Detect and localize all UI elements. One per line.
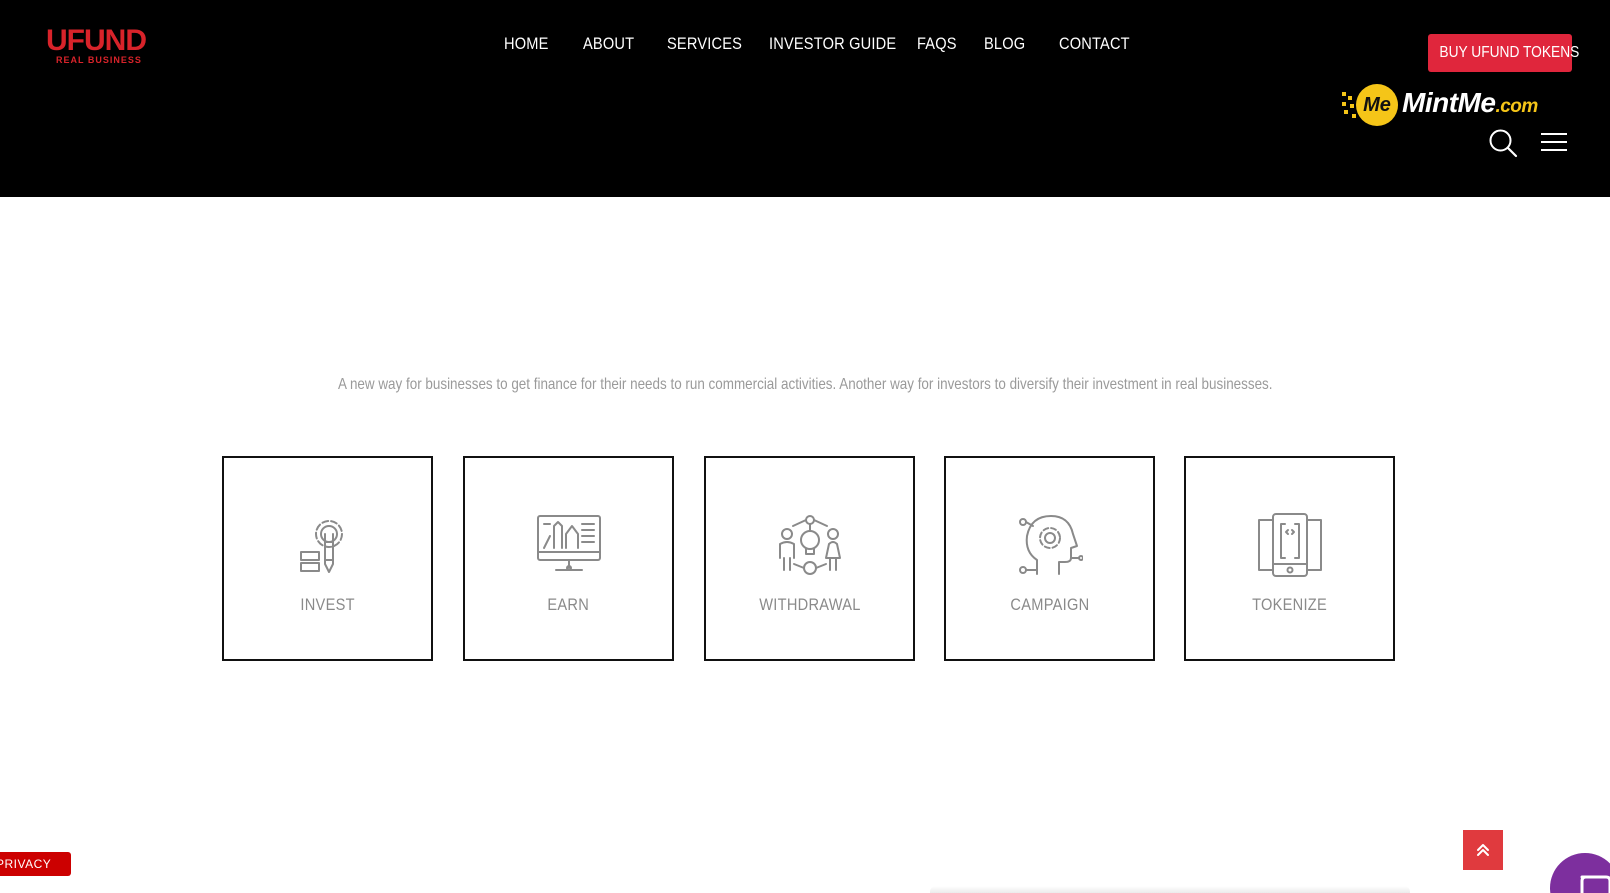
feature-card-campaign[interactable]: CAMPAIGN bbox=[944, 456, 1155, 661]
mobile-code-icon bbox=[1258, 513, 1322, 577]
scroll-to-top-button[interactable] bbox=[1463, 830, 1503, 870]
nav-item-services[interactable]: SERVICES bbox=[667, 33, 742, 55]
privacy-tab-label: PRIVACY bbox=[0, 857, 52, 871]
nav-item-faqs[interactable]: FAQS bbox=[917, 33, 957, 55]
feature-label-tokenize-text: TOKENIZE bbox=[1252, 595, 1327, 614]
chat-button[interactable] bbox=[1550, 853, 1610, 893]
feature-card-tokenize[interactable]: TOKENIZE bbox=[1184, 456, 1395, 661]
feature-label-withdrawal-text: WITHDRAWAL bbox=[758, 595, 861, 614]
logo-sub-text: REAL BUSINESS bbox=[56, 55, 142, 65]
feature-label-invest: INVEST bbox=[224, 594, 431, 616]
nav-item-about[interactable]: ABOUT bbox=[583, 33, 634, 55]
ufund-logo[interactable]: UFUND REAL BUSINESS bbox=[46, 24, 158, 68]
privacy-tab[interactable]: PRIVACY bbox=[0, 852, 71, 876]
mintme-badge-icon: Me bbox=[1356, 84, 1398, 126]
tagline: A new way for businesses to get finance … bbox=[0, 374, 1610, 396]
tagline-text: A new way for businesses to get finance … bbox=[337, 376, 1273, 393]
gear-pencil-icon bbox=[300, 520, 343, 573]
feature-label-invest-text: INVEST bbox=[300, 595, 355, 614]
feature-label-withdrawal: WITHDRAWAL bbox=[706, 594, 913, 616]
feature-label-earn: EARN bbox=[465, 594, 672, 616]
mintme-wordmark: MintMe.com bbox=[1402, 86, 1538, 124]
head-gear-icon bbox=[1019, 515, 1083, 575]
search-icon[interactable] bbox=[1488, 128, 1518, 158]
feature-card-invest[interactable]: INVEST bbox=[222, 456, 433, 661]
mintme-badge-text: Me bbox=[1363, 94, 1391, 116]
feature-label-tokenize: TOKENIZE bbox=[1186, 594, 1393, 616]
chat-icon bbox=[1580, 875, 1610, 893]
mintme-name: MintMe bbox=[1402, 87, 1496, 118]
feature-label-campaign: CAMPAIGN bbox=[946, 594, 1153, 616]
nav-item-contact[interactable]: CONTACT bbox=[1059, 33, 1130, 55]
feature-label-earn-text: EARN bbox=[547, 595, 590, 614]
nav-item-blog[interactable]: BLOG bbox=[984, 33, 1025, 55]
buy-tokens-button[interactable]: BUY UFUND TOKENS bbox=[1428, 34, 1579, 72]
buy-tokens-label: BUY UFUND TOKENS bbox=[1439, 44, 1580, 61]
monitor-design-icon bbox=[537, 515, 601, 571]
nav-item-investor-guide[interactable]: INVESTOR GUIDE bbox=[769, 33, 896, 55]
feature-card-withdrawal[interactable]: WITHDRAWAL bbox=[704, 456, 915, 661]
nav-item-home[interactable]: HOME bbox=[504, 33, 549, 55]
hamburger-menu-icon[interactable] bbox=[1540, 131, 1568, 155]
double-chevron-up-icon bbox=[1477, 844, 1489, 856]
feature-card-earn[interactable]: EARN bbox=[463, 456, 674, 661]
logo-main-text: UFUND bbox=[46, 24, 147, 57]
site-header: UFUND REAL BUSINESS HOME ABOUT SERVICES … bbox=[0, 0, 1610, 197]
bottom-shadow bbox=[930, 886, 1410, 893]
people-idea-icon bbox=[779, 515, 841, 575]
mintme-logo[interactable]: Me MintMe.com bbox=[1342, 82, 1572, 128]
feature-label-campaign-text: CAMPAIGN bbox=[1010, 595, 1089, 614]
mintme-domain: .com bbox=[1495, 96, 1538, 117]
